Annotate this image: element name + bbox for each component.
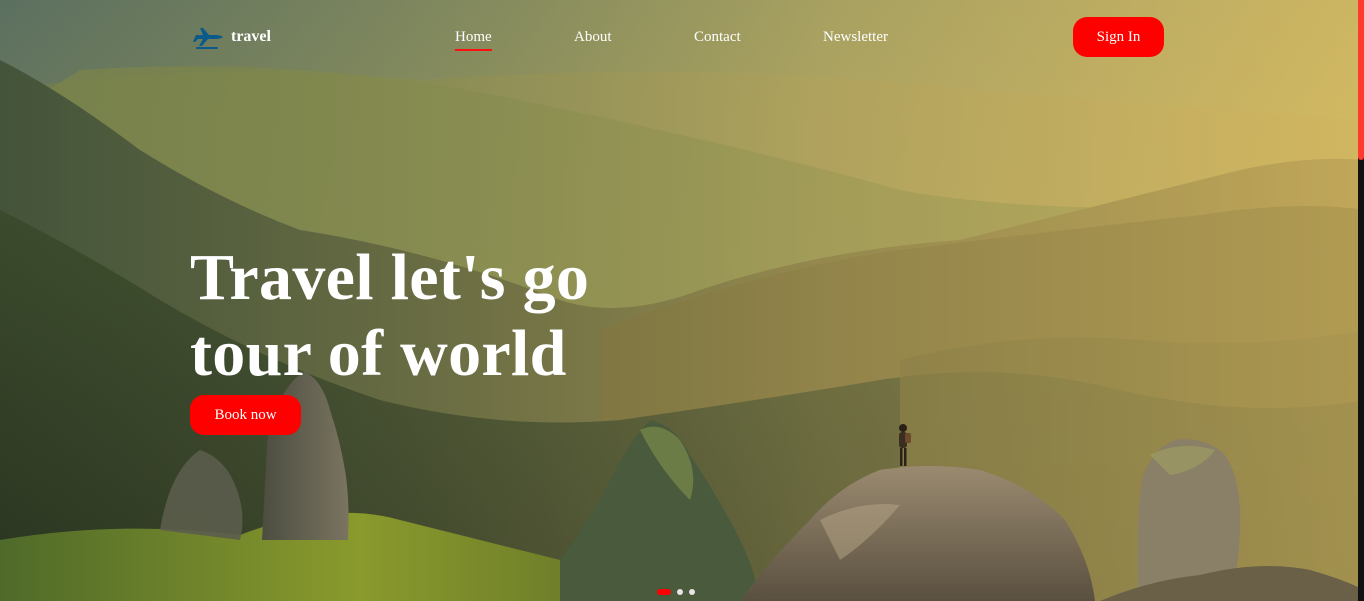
carousel-dot-2[interactable] (677, 589, 683, 595)
brand-name: travel (231, 28, 271, 45)
hero-title-line-1: Travel let's go (190, 241, 590, 314)
top-navigation: travel Home About Contact Newsletter Sig… (0, 0, 1364, 74)
sign-in-button[interactable]: Sign In (1073, 17, 1164, 57)
page-scrollbar[interactable] (1358, 0, 1364, 601)
scrollbar-thumb[interactable] (1358, 0, 1364, 160)
nav-link-home[interactable]: Home (455, 27, 492, 51)
brand-logo[interactable]: travel (193, 24, 271, 50)
nav-link-contact[interactable]: Contact (694, 27, 741, 47)
nav-link-newsletter[interactable]: Newsletter (823, 27, 888, 47)
carousel-indicators (657, 589, 695, 595)
airplane-icon (193, 28, 223, 49)
book-now-button[interactable]: Book now (190, 395, 301, 435)
page: travel Home About Contact Newsletter Sig… (0, 0, 1364, 601)
hero-title-line-2: tour of world (190, 317, 567, 390)
carousel-dot-1[interactable] (657, 589, 671, 595)
nav-link-about[interactable]: About (574, 27, 612, 47)
carousel-dot-3[interactable] (689, 589, 695, 595)
hero-title: Travel let's go tour of world (190, 240, 710, 392)
